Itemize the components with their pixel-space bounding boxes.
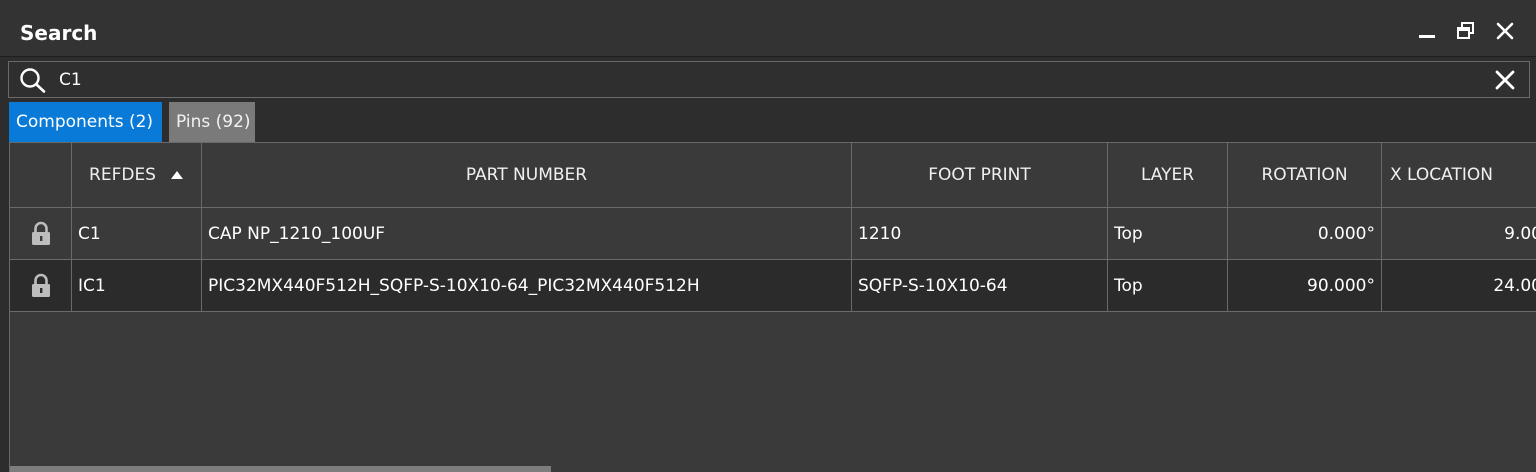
title-bar: Search [0, 0, 1536, 57]
sort-ascending-icon [170, 171, 183, 179]
minimize-button[interactable] [1416, 20, 1438, 42]
column-header-x-location[interactable]: X LOCATION [1382, 143, 1536, 208]
restore-button[interactable] [1455, 20, 1477, 42]
search-bar [8, 61, 1530, 98]
search-panel: Search C1 Components (2) Pins (92) REFDE… [0, 0, 1536, 472]
table-row[interactable]: IC1 PIC32MX440F512H_SQFP-S-10X10-64_PIC3… [10, 260, 1536, 312]
restore-icon [1457, 22, 1474, 39]
column-header-part-number[interactable]: PART NUMBER [202, 143, 852, 208]
column-header-label: X LOCATION [1390, 165, 1493, 185]
lock-icon [31, 221, 50, 245]
cell-layer: Top [1108, 260, 1228, 312]
table-row[interactable]: C1 CAP NP_1210_100UF 1210 Top 0.000° 9.0… [10, 208, 1536, 260]
horizontal-scrollbar-thumb[interactable] [10, 466, 551, 472]
search-icon [20, 68, 46, 93]
column-header-label: ROTATION [1261, 165, 1348, 185]
components-table: REFDES PART NUMBER FOOT PRINT LAYER ROTA… [9, 142, 1536, 472]
cell-rotation: 0.000° [1228, 208, 1382, 260]
cell-refdes: C1 [72, 208, 202, 260]
column-header-lock[interactable] [10, 143, 72, 208]
lock-toggle[interactable] [10, 260, 72, 312]
panel-title: Search [20, 21, 98, 45]
column-header-rotation[interactable]: ROTATION [1228, 143, 1382, 208]
cell-part-number: PIC32MX440F512H_SQFP-S-10X10-64_PIC32MX4… [202, 260, 852, 312]
column-header-label: REFDES [89, 165, 156, 185]
column-header-foot-print[interactable]: FOOT PRINT [852, 143, 1108, 208]
close-icon [1496, 22, 1514, 40]
minimize-icon [1419, 35, 1435, 38]
column-header-label: LAYER [1140, 165, 1195, 185]
search-input[interactable] [57, 65, 1457, 95]
tab-components[interactable]: Components (2) [9, 102, 162, 142]
table-header: REFDES PART NUMBER FOOT PRINT LAYER ROTA… [10, 143, 1536, 208]
column-header-label: PART NUMBER [465, 165, 588, 185]
close-button[interactable] [1494, 20, 1516, 42]
cell-x-location: 9.00 [1382, 208, 1536, 260]
clear-search-button[interactable] [1493, 68, 1517, 92]
tab-pins[interactable]: Pins (92) [169, 102, 255, 142]
cell-foot-print: SQFP-S-10X10-64 [852, 260, 1108, 312]
column-header-refdes[interactable]: REFDES [72, 143, 202, 208]
lock-toggle[interactable] [10, 208, 72, 260]
cell-rotation: 90.000° [1228, 260, 1382, 312]
cell-foot-print: 1210 [852, 208, 1108, 260]
column-header-layer[interactable]: LAYER [1108, 143, 1228, 208]
close-icon [1495, 70, 1515, 90]
column-header-label: FOOT PRINT [928, 165, 1031, 185]
cell-part-number: CAP NP_1210_100UF [202, 208, 852, 260]
cell-x-location: 24.00 [1382, 260, 1536, 312]
cell-refdes: IC1 [72, 260, 202, 312]
cell-layer: Top [1108, 208, 1228, 260]
lock-icon [31, 273, 50, 297]
